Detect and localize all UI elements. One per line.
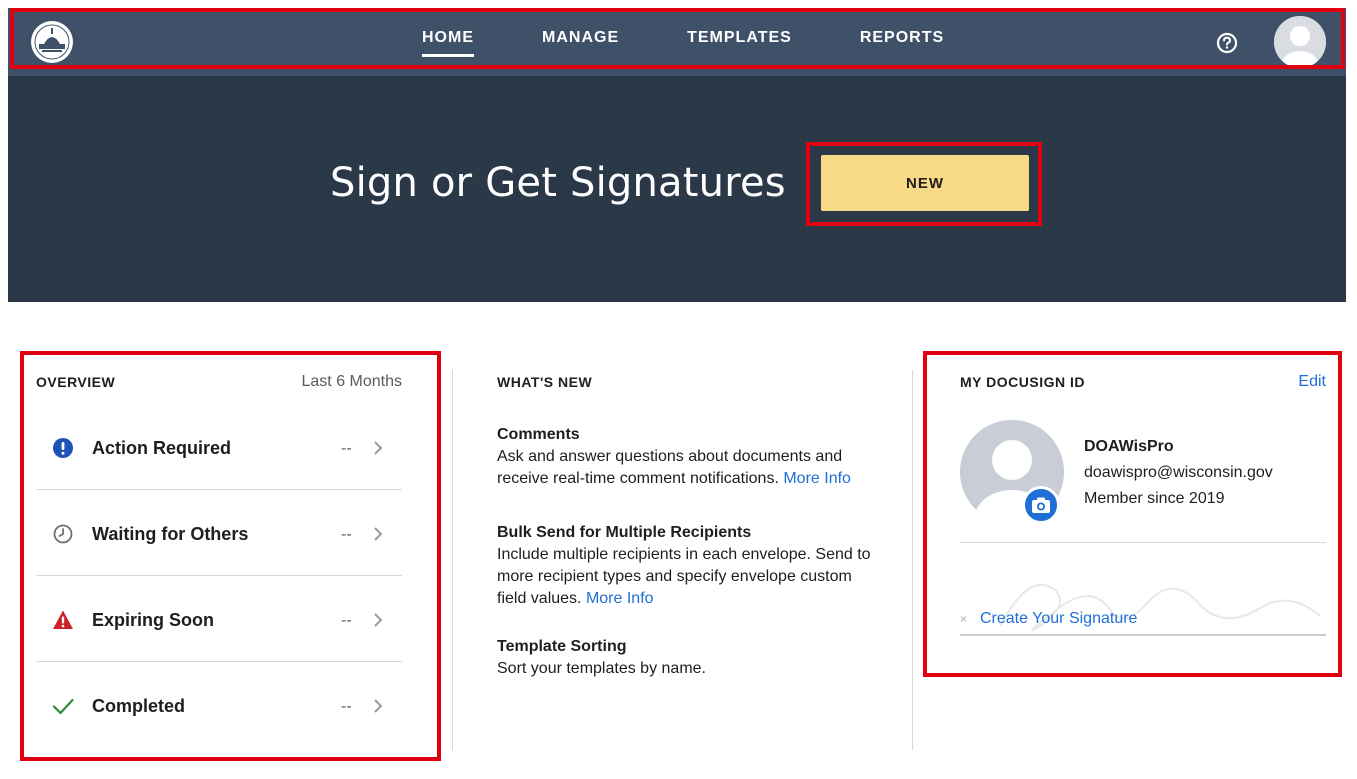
camera-icon[interactable] [1022,486,1060,524]
overview-row-label: Expiring Soon [92,610,215,630]
column-divider [452,370,453,750]
clock-icon [53,524,73,544]
overview-panel: OVERVIEW Last 6 Months Action Required -… [36,360,402,748]
whats-new-item-title: Bulk Send for Multiple Recipients [497,524,752,541]
signature-x-mark: × [960,612,968,626]
warning-triangle-icon [53,610,73,629]
overview-title: OVERVIEW [36,374,116,390]
profile-member-since: Member since 2019 [1084,490,1225,507]
docusign-home-page: HOME MANAGE TEMPLATES REPORTS Sign or Ge… [0,0,1357,779]
tab-manage[interactable]: MANAGE [508,8,653,76]
checkmark-icon [52,698,74,715]
exclamation-circle-icon [53,438,73,458]
new-envelope-button[interactable]: NEW [821,155,1029,211]
overview-row-action-required[interactable]: Action Required -- [36,404,402,490]
overview-row-expiring-soon[interactable]: Expiring Soon -- [36,576,402,662]
whats-new-title: WHAT'S NEW [497,374,593,390]
whats-new-item: Bulk Send for Multiple Recipients Includ… [497,524,877,610]
overview-row-count: -- [341,612,352,629]
more-info-link[interactable]: More Info [586,590,654,607]
whats-new-item-body: Include multiple recipients in each enve… [497,544,877,610]
column-divider [912,370,913,750]
page-title: Sign or Get Signatures [330,160,786,206]
overview-row-count: -- [341,526,352,543]
whats-new-item-body: Ask and answer questions about documents… [497,446,877,490]
docusign-id-header: MY DOCUSIGN ID Edit [960,360,1326,404]
docusign-id-title: MY DOCUSIGN ID [960,374,1085,390]
profile-name: DOAWisPro [1084,438,1174,455]
whats-new-item-body: Sort your templates by name. [497,658,877,680]
tab-templates[interactable]: TEMPLATES [653,8,826,76]
top-nav-bar: HOME MANAGE TEMPLATES REPORTS [8,8,1346,76]
docusign-id-panel: MY DOCUSIGN ID Edit DOAWisPro doawispro@… [960,360,1326,636]
whats-new-item: Template Sorting Sort your templates by … [497,638,877,680]
overview-row-waiting-for-others[interactable]: Waiting for Others -- [36,490,402,576]
main-nav-tabs: HOME MANAGE TEMPLATES REPORTS [388,8,978,76]
overview-range[interactable]: Last 6 Months [302,373,403,391]
overview-row-label: Waiting for Others [92,524,249,544]
edit-profile-link[interactable]: Edit [1298,373,1326,391]
chevron-right-icon [374,613,383,627]
overview-header: OVERVIEW Last 6 Months [36,360,402,404]
whats-new-panel: WHAT'S NEW Comments Ask and answer quest… [497,374,877,680]
hero-banner: Sign or Get Signatures NEW [8,76,1346,302]
whats-new-item-title: Comments [497,426,580,443]
user-avatar-icon[interactable] [1274,16,1326,68]
whats-new-item: Comments Ask and answer questions about … [497,426,877,490]
signature-line [960,634,1326,636]
state-seal-logo[interactable] [30,20,74,64]
more-info-link[interactable]: More Info [783,470,851,487]
whats-new-item-text: Sort your templates by name. [497,660,706,677]
chevron-right-icon [374,699,383,713]
overview-row-count: -- [341,698,352,715]
profile-email: doawispro@wisconsin.gov [1084,464,1273,481]
overview-row-label: Action Required [92,438,232,458]
chevron-right-icon [374,441,383,455]
tab-home[interactable]: HOME [388,8,508,76]
help-circle-icon[interactable] [1216,32,1238,54]
whats-new-item-text: Include multiple recipients in each enve… [497,546,871,607]
whats-new-item-title: Template Sorting [497,638,627,655]
profile-divider [960,542,1326,543]
overview-row-count: -- [341,440,352,457]
create-signature-link[interactable]: Create Your Signature [980,610,1137,628]
overview-row-label: Completed [92,696,186,716]
overview-row-completed[interactable]: Completed -- [36,662,402,748]
tab-reports[interactable]: REPORTS [826,8,978,76]
chevron-right-icon [374,527,383,541]
